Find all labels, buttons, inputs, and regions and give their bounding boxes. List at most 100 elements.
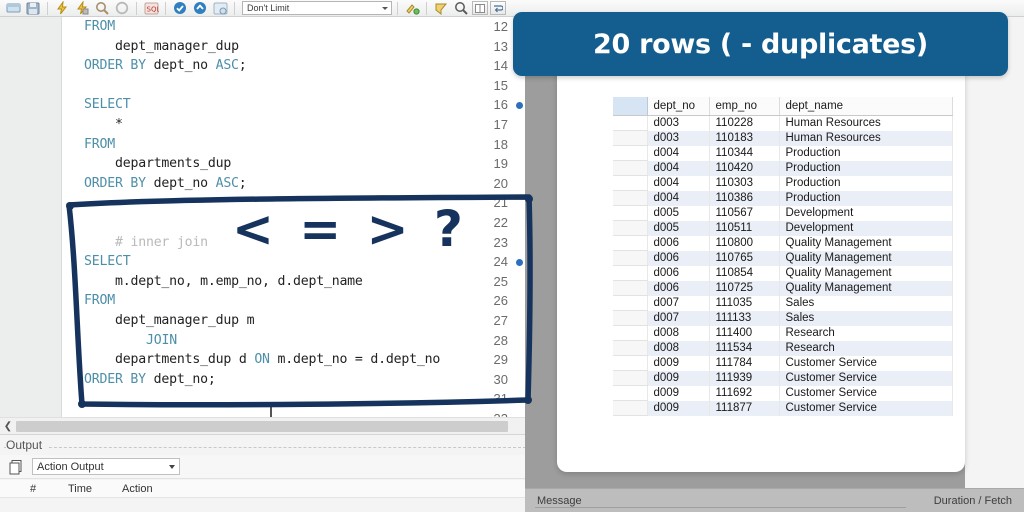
table-row[interactable]: d006 110854 Quality Management	[613, 265, 953, 281]
cell-dept_name[interactable]: Customer Service	[779, 385, 953, 401]
execute-icon[interactable]	[53, 1, 71, 16]
cell-emp_no[interactable]: 110511	[709, 220, 780, 236]
cell-emp_no[interactable]: 110725	[709, 280, 780, 296]
cell-dept_no[interactable]: d006	[647, 250, 710, 266]
row-selector-cell[interactable]	[613, 310, 648, 326]
cell-dept_name[interactable]: Customer Service	[779, 400, 953, 416]
cell-dept_no[interactable]: d006	[647, 265, 710, 281]
cell-dept_name[interactable]: Research	[779, 340, 953, 356]
cell-dept_name[interactable]: Customer Service	[779, 370, 953, 386]
cell-dept_no[interactable]: d004	[647, 190, 710, 206]
cell-dept_no[interactable]: d007	[647, 310, 710, 326]
scrollbar-thumb[interactable]	[16, 420, 508, 432]
execute-current-statement-icon[interactable]	[73, 1, 91, 16]
cell-dept_name[interactable]: Production	[779, 175, 953, 191]
row-selector-cell[interactable]	[613, 370, 648, 386]
table-row[interactable]: d006 110765 Quality Management	[613, 250, 953, 266]
cell-dept_name[interactable]: Quality Management	[779, 250, 953, 266]
cell-dept_no[interactable]: d008	[647, 325, 710, 341]
cell-dept_no[interactable]: d004	[647, 160, 710, 176]
cell-dept_no[interactable]: d005	[647, 220, 710, 236]
row-selector-cell[interactable]	[613, 295, 648, 311]
cell-dept_no[interactable]: d007	[647, 295, 710, 311]
table-row[interactable]: d006 110800 Quality Management	[613, 235, 953, 251]
row-selector-cell[interactable]	[613, 145, 648, 161]
save-icon[interactable]	[24, 1, 42, 16]
beautify-icon[interactable]	[403, 1, 421, 16]
cell-dept_name[interactable]: Production	[779, 190, 953, 206]
table-row[interactable]: d008 111400 Research	[613, 325, 953, 341]
cell-dept_no[interactable]: d009	[647, 400, 710, 416]
cell-emp_no[interactable]: 111692	[709, 385, 780, 401]
editor-horizontal-scrollbar[interactable]: ❮	[0, 417, 530, 434]
cell-dept_no[interactable]: d004	[647, 175, 710, 191]
row-selector-cell[interactable]	[613, 175, 648, 191]
cell-dept_name[interactable]: Quality Management	[779, 265, 953, 281]
cell-dept_name[interactable]: Human Resources	[779, 115, 953, 131]
cell-emp_no[interactable]: 111939	[709, 370, 780, 386]
row-selector-cell[interactable]	[613, 220, 648, 236]
column-header-emp_no[interactable]: emp_no	[709, 97, 780, 116]
row-selector-cell[interactable]	[613, 160, 648, 176]
search-icon[interactable]	[452, 1, 470, 16]
cell-emp_no[interactable]: 111877	[709, 400, 780, 416]
cell-emp_no[interactable]: 111035	[709, 295, 780, 311]
cell-emp_no[interactable]: 111133	[709, 310, 780, 326]
cell-emp_no[interactable]: 110344	[709, 145, 780, 161]
commit-icon[interactable]	[171, 1, 189, 16]
cell-emp_no[interactable]: 110228	[709, 115, 780, 131]
cell-dept_name[interactable]: Development	[779, 205, 953, 221]
cell-dept_no[interactable]: d006	[647, 280, 710, 296]
stop-icon[interactable]	[113, 1, 131, 16]
copy-icon[interactable]	[8, 459, 24, 475]
cell-dept_no[interactable]: d006	[647, 235, 710, 251]
cell-dept_name[interactable]: Quality Management	[779, 235, 953, 251]
cell-dept_no[interactable]: d003	[647, 130, 710, 146]
cell-dept_no[interactable]: d009	[647, 355, 710, 371]
cell-emp_no[interactable]: 111400	[709, 325, 780, 341]
row-selector-cell[interactable]	[613, 325, 648, 341]
cell-dept_name[interactable]: Quality Management	[779, 280, 953, 296]
cell-dept_no[interactable]: d005	[647, 205, 710, 221]
table-row[interactable]: d007 111133 Sales	[613, 310, 953, 326]
cell-emp_no[interactable]: 110765	[709, 250, 780, 266]
explain-magnifier-icon[interactable]	[93, 1, 111, 16]
results-grid[interactable]: dept_no emp_no dept_name d003 110228 Human R…	[613, 97, 953, 416]
cell-dept_no[interactable]: d008	[647, 340, 710, 356]
cell-emp_no[interactable]: 110800	[709, 235, 780, 251]
row-selector-cell[interactable]	[613, 385, 648, 401]
cell-dept_no[interactable]: d009	[647, 370, 710, 386]
row-selector-cell[interactable]	[613, 205, 648, 221]
row-selector-cell[interactable]	[613, 265, 648, 281]
cell-emp_no[interactable]: 110854	[709, 265, 780, 281]
row-limit-select[interactable]: Don't Limit	[242, 1, 392, 15]
table-row[interactable]: d004 110386 Production	[613, 190, 953, 206]
table-row[interactable]: d006 110725 Quality Management	[613, 280, 953, 296]
cell-dept_name[interactable]: Development	[779, 220, 953, 236]
row-selector-cell[interactable]	[613, 235, 648, 251]
table-row[interactable]: d009 111939 Customer Service	[613, 370, 953, 386]
column-header-dept_name[interactable]: dept_name	[779, 97, 953, 116]
cell-dept_name[interactable]: Production	[779, 160, 953, 176]
cell-dept_name[interactable]: Sales	[779, 295, 953, 311]
open-file-icon[interactable]	[4, 1, 22, 16]
table-row[interactable]: d004 110303 Production	[613, 175, 953, 191]
row-selector-cell[interactable]	[613, 130, 648, 146]
row-selector-cell[interactable]	[613, 355, 648, 371]
cell-emp_no[interactable]: 110303	[709, 175, 780, 191]
table-row[interactable]: d009 111692 Customer Service	[613, 385, 953, 401]
table-row[interactable]: d007 111035 Sales	[613, 295, 953, 311]
cell-dept_name[interactable]: Production	[779, 145, 953, 161]
table-row[interactable]: d004 110344 Production	[613, 145, 953, 161]
cell-dept_name[interactable]: Human Resources	[779, 130, 953, 146]
cell-dept_no[interactable]: d004	[647, 145, 710, 161]
auto-commit-icon[interactable]	[211, 1, 229, 16]
column-header-dept_no[interactable]: dept_no	[647, 97, 710, 116]
cell-emp_no[interactable]: 111784	[709, 355, 780, 371]
table-row[interactable]: d009 111877 Customer Service	[613, 400, 953, 416]
table-row[interactable]: d005 110511 Development	[613, 220, 953, 236]
find-toggle-icon[interactable]	[432, 1, 450, 16]
row-selector-cell[interactable]	[613, 250, 648, 266]
scroll-left-icon[interactable]: ❮	[0, 421, 16, 432]
wrap-lines-button[interactable]	[490, 1, 506, 15]
